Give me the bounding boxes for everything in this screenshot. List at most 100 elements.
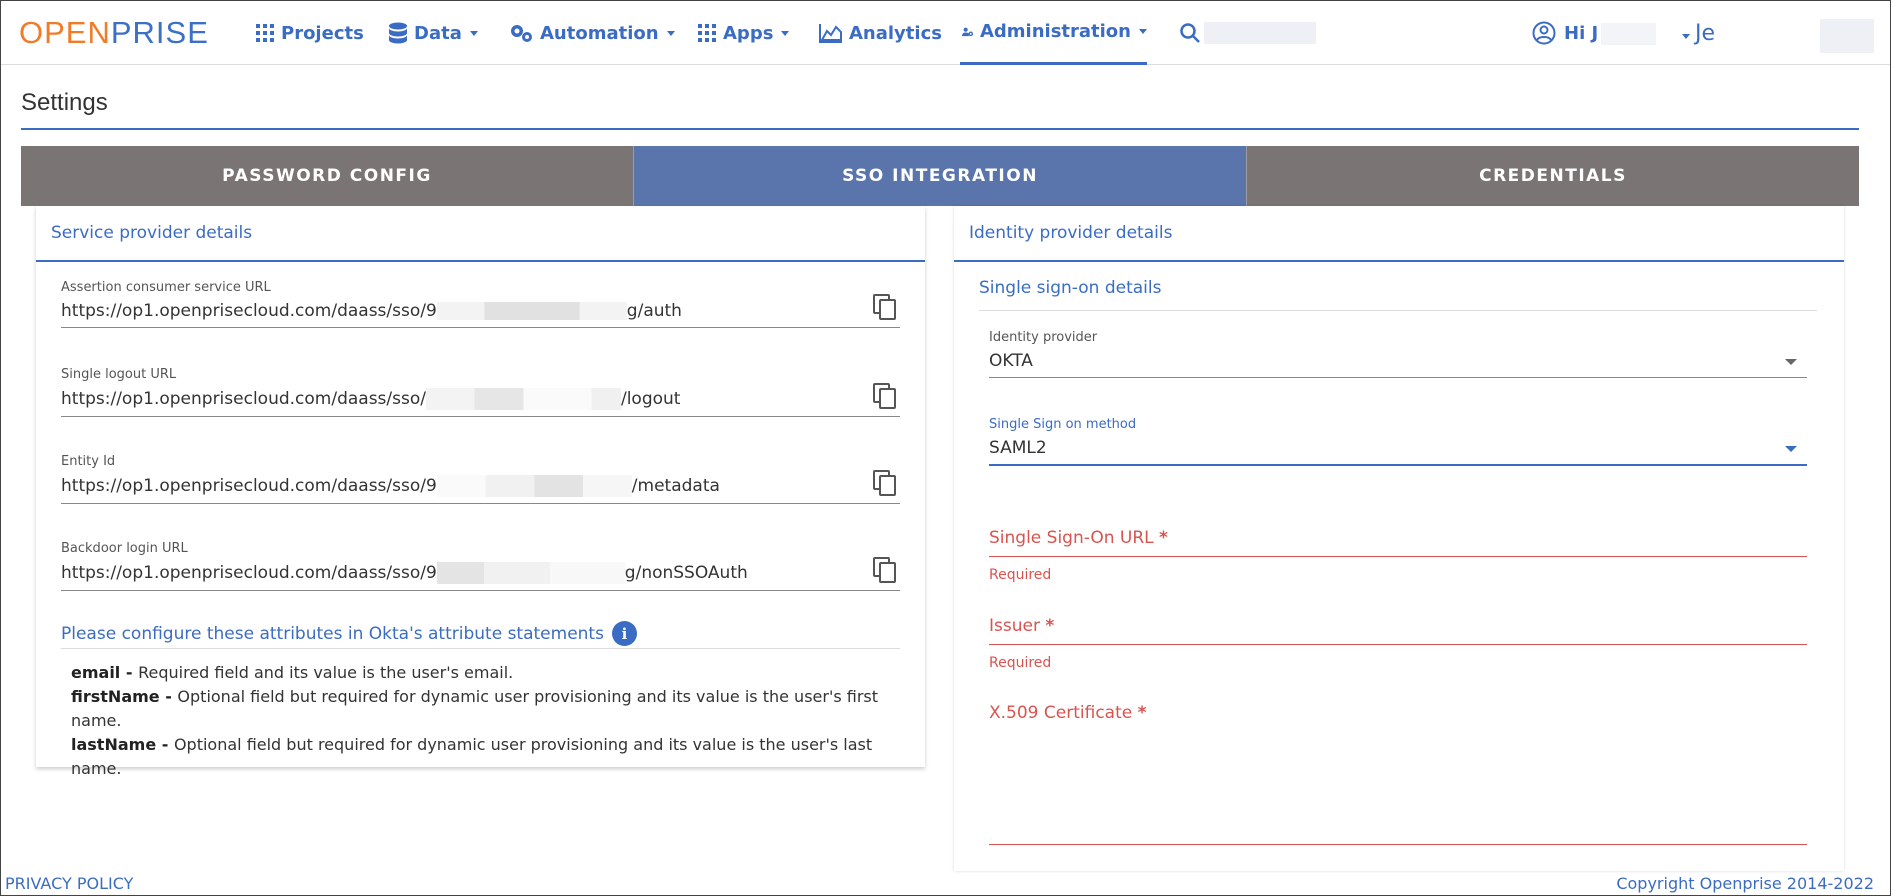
user-menu[interactable]: Hi J bbox=[1532, 1, 1598, 65]
user-cog-icon bbox=[962, 27, 974, 36]
tab-sso-integration[interactable]: SSO INTEGRATION bbox=[634, 146, 1247, 206]
info-icon[interactable]: i bbox=[611, 621, 637, 646]
nav-administration-label: Administration bbox=[979, 21, 1131, 42]
redacted-id bbox=[425, 388, 621, 410]
backdoor-url-suffix: g/nonSSOAuth bbox=[624, 563, 748, 583]
backdoor-url-field: Backdoor login URL https://op1.openprise… bbox=[61, 541, 900, 591]
issuer-label-wrap: Issuer * bbox=[989, 616, 1807, 645]
entity-id-suffix: /metadata bbox=[631, 476, 720, 496]
logo-part-prise: PRISE bbox=[110, 14, 209, 50]
copy-icon[interactable] bbox=[872, 293, 898, 321]
nav-apps[interactable]: Apps bbox=[697, 1, 790, 65]
identity-provider-value-wrap: OKTA bbox=[989, 351, 1807, 378]
sso-method-value-wrap: SAML2 bbox=[989, 438, 1807, 466]
chevron-down-icon bbox=[1785, 446, 1797, 452]
chevron-down-icon bbox=[1785, 359, 1797, 365]
redacted-id bbox=[436, 562, 625, 584]
certificate-label-wrap: X.509 Certificate * bbox=[989, 703, 1807, 845]
sso-url-error: Required bbox=[989, 567, 1052, 583]
entity-id-value[interactable]: https://op1.openprisecloud.com/daass/sso… bbox=[61, 470, 900, 504]
acs-url-label: Assertion consumer service URL bbox=[61, 280, 271, 295]
nav-projects[interactable]: Projects bbox=[255, 1, 364, 65]
logout-url-suffix: /logout bbox=[620, 389, 681, 409]
okta-attributes-title-text: Please configure these attributes in Okt… bbox=[61, 623, 604, 644]
chevron-down-icon[interactable] bbox=[1682, 34, 1690, 39]
logout-url-field: Single logout URL https://op1.openprisec… bbox=[61, 367, 900, 417]
acs-url-value[interactable]: https://op1.openprisecloud.com/daass/sso… bbox=[61, 294, 900, 328]
grid-icon bbox=[256, 24, 274, 42]
area-chart-icon bbox=[819, 24, 842, 43]
copy-icon[interactable] bbox=[872, 556, 898, 584]
search-icon bbox=[1180, 23, 1200, 43]
database-icon bbox=[389, 22, 407, 44]
acs-url-field: Assertion consumer service URL https://o… bbox=[61, 280, 900, 328]
entity-id-field: Entity Id https://op1.openprisecloud.com… bbox=[61, 454, 900, 504]
attribute-name: email - bbox=[71, 663, 139, 682]
required-star: * bbox=[1159, 528, 1168, 548]
sso-method-select[interactable]: Single Sign on method SAML2 bbox=[989, 417, 1807, 466]
issuer-field[interactable]: Issuer * Required bbox=[989, 616, 1807, 671]
grid-icon bbox=[698, 24, 716, 42]
tab-password-config[interactable]: PASSWORD CONFIG bbox=[21, 146, 634, 206]
sso-details-heading: Single sign-on details bbox=[979, 278, 1817, 311]
nav-analytics-label: Analytics bbox=[849, 22, 942, 44]
openprise-logo[interactable]: OPEN PRISE bbox=[19, 15, 209, 51]
issuer-error: Required bbox=[989, 655, 1052, 671]
entity-id-label: Entity Id bbox=[61, 454, 116, 469]
attribute-desc: Optional field but required for dynamic … bbox=[71, 687, 879, 730]
attribute-list: email - Required field and its value is … bbox=[71, 661, 925, 781]
service-provider-heading: Service provider details bbox=[36, 206, 925, 262]
required-star: * bbox=[1045, 616, 1055, 636]
nav-automation[interactable]: Automation bbox=[508, 1, 675, 65]
search-input[interactable] bbox=[1204, 22, 1316, 44]
backdoor-url-label: Backdoor login URL bbox=[61, 541, 188, 556]
settings-tabs: PASSWORD CONFIG SSO INTEGRATION CREDENTI… bbox=[21, 146, 1859, 206]
logo-part-open: OPEN bbox=[19, 14, 111, 50]
chevron-down-icon bbox=[781, 30, 790, 36]
redacted-username bbox=[1601, 23, 1656, 45]
issuer-label: Issuer bbox=[989, 616, 1040, 636]
logout-url-value[interactable]: https://op1.openprisecloud.com/daass/sso… bbox=[61, 383, 900, 417]
acs-url-prefix: https://op1.openprisecloud.com/daass/sso… bbox=[61, 301, 437, 321]
copyright-text: Copyright Openprise 2014-2022 bbox=[1616, 874, 1874, 893]
redacted-avatar[interactable] bbox=[1820, 19, 1874, 53]
nav-analytics[interactable]: Analytics bbox=[819, 1, 942, 65]
attribute-item: email - Required field and its value is … bbox=[71, 661, 925, 685]
attribute-name: lastName - bbox=[71, 735, 174, 754]
nav-projects-label: Projects bbox=[281, 22, 364, 44]
backdoor-url-prefix: https://op1.openprisecloud.com/daass/sso… bbox=[61, 563, 437, 583]
service-provider-panel: Service provider details Assertion consu… bbox=[36, 206, 925, 778]
sso-url-field[interactable]: Single Sign-On URL * Required bbox=[989, 528, 1807, 583]
attribute-name: firstName - bbox=[71, 687, 178, 706]
nav-data[interactable]: Data bbox=[388, 1, 478, 65]
attribute-desc: Optional field but required for dynamic … bbox=[71, 735, 873, 778]
search-button[interactable] bbox=[1179, 1, 1207, 65]
identity-provider-select[interactable]: Identity provider OKTA bbox=[989, 330, 1807, 378]
privacy-policy-link[interactable]: PRIVACY POLICY bbox=[5, 874, 133, 893]
copy-icon[interactable] bbox=[872, 469, 898, 497]
user-circle-icon bbox=[1532, 21, 1556, 45]
attribute-item: firstName - Optional field but required … bbox=[71, 685, 925, 733]
backdoor-url-value[interactable]: https://op1.openprisecloud.com/daass/sso… bbox=[61, 557, 900, 591]
entity-id-prefix: https://op1.openprisecloud.com/daass/sso… bbox=[61, 476, 437, 496]
logout-url-label: Single logout URL bbox=[61, 367, 177, 382]
certificate-label: X.509 Certificate bbox=[989, 703, 1133, 723]
copy-icon[interactable] bbox=[872, 382, 898, 410]
certificate-field[interactable]: X.509 Certificate * bbox=[989, 703, 1807, 845]
sso-url-label-wrap: Single Sign-On URL * bbox=[989, 528, 1807, 557]
title-divider bbox=[21, 128, 1859, 130]
okta-divider bbox=[61, 648, 900, 649]
nav-administration[interactable]: Administration bbox=[960, 1, 1147, 65]
tab-credentials[interactable]: CREDENTIALS bbox=[1247, 146, 1859, 206]
okta-attributes-title: Please configure these attributes in Okt… bbox=[61, 621, 637, 646]
gears-icon bbox=[511, 25, 532, 42]
identity-provider-value: OKTA bbox=[989, 351, 1033, 371]
identity-provider-label: Identity provider bbox=[989, 330, 1098, 345]
user-initial: Je bbox=[1695, 20, 1716, 46]
nav-apps-label: Apps bbox=[723, 22, 774, 44]
attribute-item: lastName - Optional field but required f… bbox=[71, 733, 925, 781]
required-star: * bbox=[1137, 703, 1147, 723]
page-title: Settings bbox=[21, 89, 108, 116]
identity-provider-panel: Identity provider details Single sign-on… bbox=[954, 206, 1844, 871]
top-navigation: OPEN PRISE Projects Data Automation Apps … bbox=[1, 1, 1890, 65]
